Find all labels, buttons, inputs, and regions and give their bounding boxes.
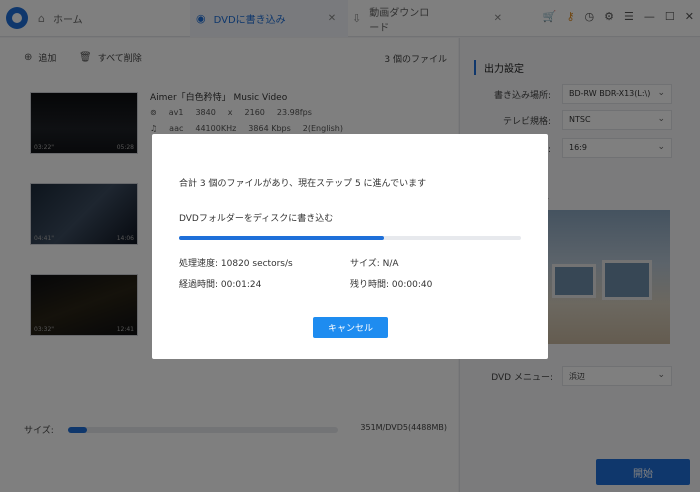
remaining-readout: 残り時間: 00:00:40 [350,280,433,290]
current-task: DVDフォルダーをディスクに書き込む [179,214,334,224]
progress-message: 合計 3 個のファイルがあり、現在ステップ 5 に進んでいます [179,179,427,189]
elapsed-readout: 経過時間: 00:01:24 [179,280,262,290]
progress-track [179,236,521,240]
speed-readout: 処理速度: 10820 sectors/s [179,259,293,269]
progress-fill [179,236,385,240]
size-readout: サイズ: N/A [350,259,399,269]
cancel-button[interactable]: キャンセル [313,317,388,338]
burn-progress-dialog: 合計 3 個のファイルがあり、現在ステップ 5 に進んでいます DVDフォルダー… [152,134,548,359]
